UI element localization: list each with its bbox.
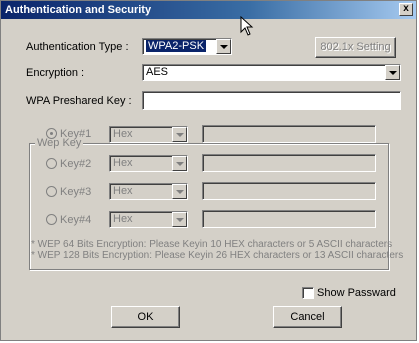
chevron-down-icon[interactable] xyxy=(216,39,231,54)
title-bar: Authentication and Security x xyxy=(1,1,416,19)
chevron-down-icon[interactable] xyxy=(385,65,400,80)
chevron-down-icon[interactable] xyxy=(172,184,187,199)
show-password-checkbox[interactable] xyxy=(302,287,314,299)
chevron-down-icon[interactable] xyxy=(172,212,187,227)
key3-input[interactable] xyxy=(202,182,376,200)
close-icon: x xyxy=(403,3,409,14)
key3-format-value: Hex xyxy=(113,185,133,197)
encryption-label: Encryption : xyxy=(26,67,85,79)
psk-label: WPA Preshared Key : xyxy=(26,95,132,107)
key3-format-select[interactable]: Hex xyxy=(109,183,188,200)
key2-radio[interactable] xyxy=(46,158,57,169)
encryption-select[interactable]: AES xyxy=(142,64,401,81)
8021x-setting-button[interactable]: 802.1x Setting xyxy=(315,37,396,58)
key4-format-value: Hex xyxy=(113,213,133,225)
auth-type-label: Authentication Type : xyxy=(26,41,129,53)
key2-format-value: Hex xyxy=(113,157,133,169)
key2-label: Key#2 xyxy=(60,158,92,170)
key4-input[interactable] xyxy=(202,210,376,228)
window-title: Authentication and Security xyxy=(5,4,152,16)
wep64-note: * WEP 64 Bits Encryption: Please Keyin 1… xyxy=(31,239,393,250)
wep128-note: * WEP 128 Bits Encryption: Please Keyin … xyxy=(31,250,404,261)
auth-type-value: WPA2-PSK xyxy=(146,40,207,52)
encryption-value: AES xyxy=(146,66,169,78)
cancel-button[interactable]: Cancel xyxy=(273,306,342,328)
key1-input[interactable] xyxy=(202,125,376,143)
chevron-down-icon[interactable] xyxy=(172,127,187,142)
key2-input[interactable] xyxy=(202,154,376,172)
key4-label: Key#4 xyxy=(60,214,92,226)
key3-radio[interactable] xyxy=(46,186,57,197)
mouse-pointer-icon xyxy=(240,16,254,36)
auth-type-select[interactable]: WPA2-PSK xyxy=(142,38,232,55)
ok-button[interactable]: OK xyxy=(111,306,180,328)
key1-label: Key#1 xyxy=(60,128,92,140)
key4-format-select[interactable]: Hex xyxy=(109,211,188,228)
psk-input[interactable] xyxy=(142,91,401,110)
key1-format-value: Hex xyxy=(113,128,133,140)
key2-format-select[interactable]: Hex xyxy=(109,155,188,172)
auth-security-dialog: Authentication and Security x Authentica… xyxy=(0,0,417,341)
show-password-label: Show Passward xyxy=(317,287,396,299)
close-button[interactable]: x xyxy=(399,3,413,16)
chevron-down-icon[interactable] xyxy=(172,156,187,171)
key3-label: Key#3 xyxy=(60,186,92,198)
key1-format-select[interactable]: Hex xyxy=(109,126,188,143)
key4-radio[interactable] xyxy=(46,214,57,225)
key1-radio[interactable] xyxy=(46,128,57,139)
